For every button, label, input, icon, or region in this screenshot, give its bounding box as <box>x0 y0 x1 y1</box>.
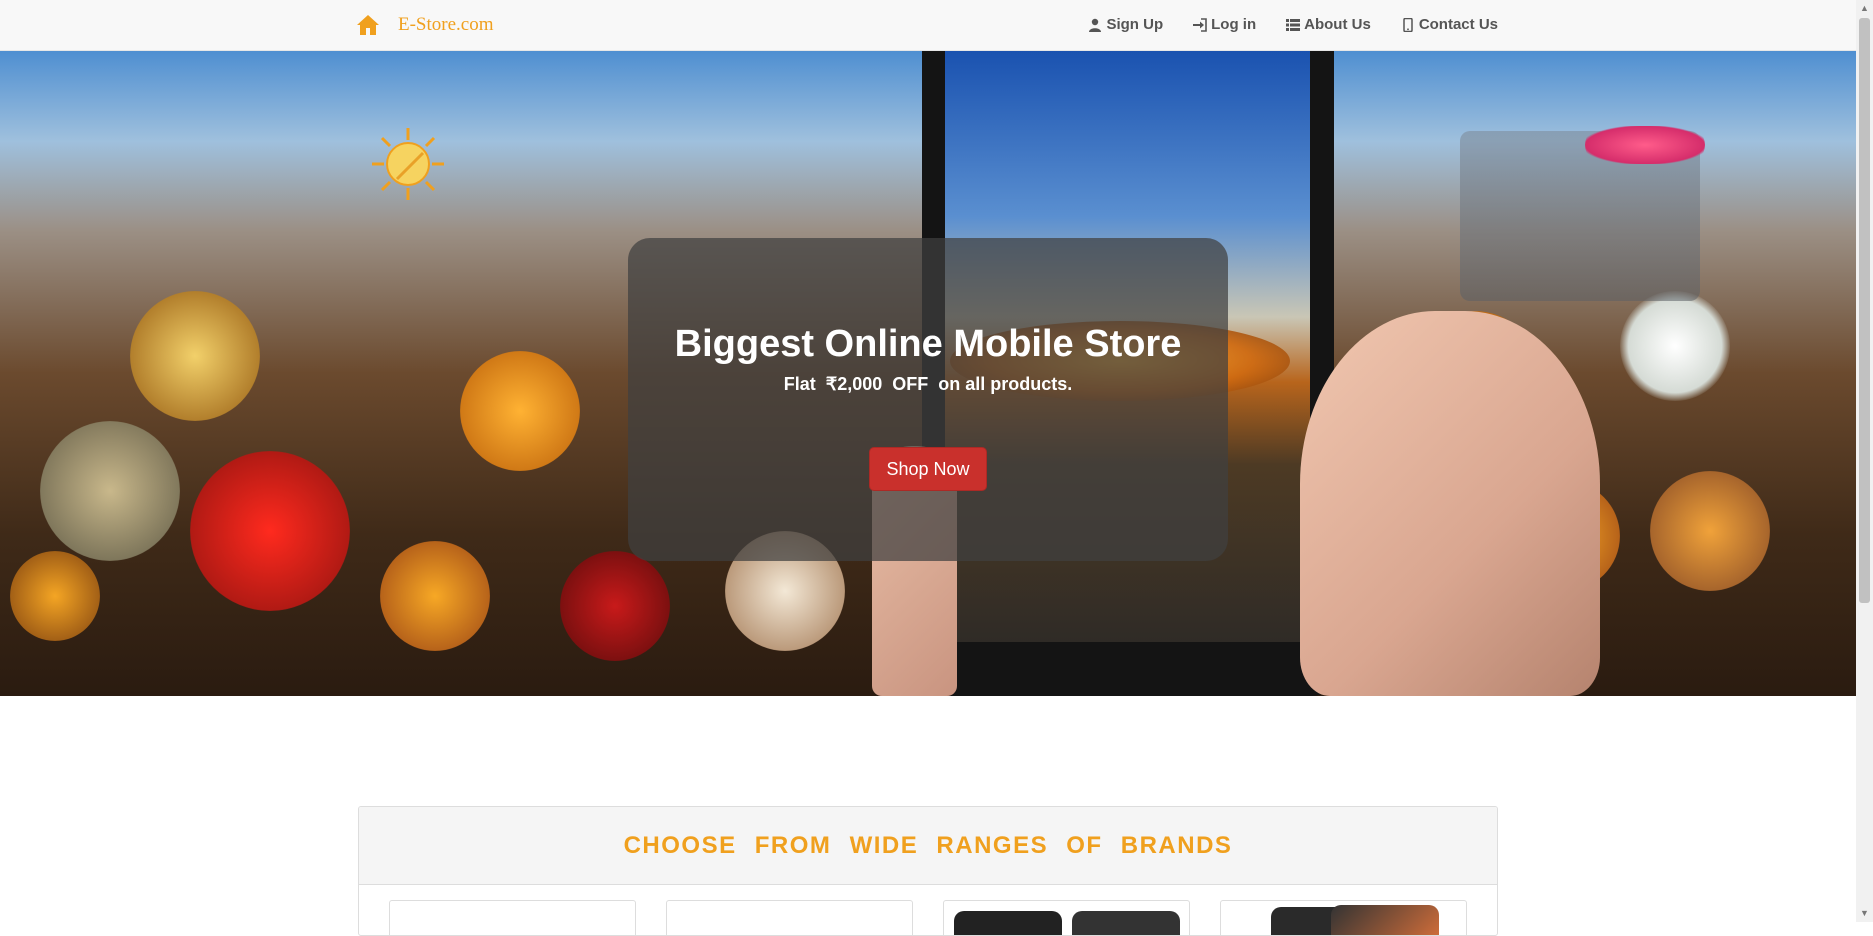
list-icon <box>1286 18 1301 31</box>
vertical-scrollbar[interactable]: ▲ ▼ <box>1856 0 1873 922</box>
hand-image <box>1300 311 1600 696</box>
brands-title: CHOOSE FROM WIDE RANGES OF BRANDS <box>623 831 1233 859</box>
product-image <box>954 911 1062 935</box>
brand-card[interactable] <box>389 900 636 935</box>
brand-name[interactable]: E-Store.com <box>398 14 494 36</box>
nav-sign-up-label: Sign Up <box>1106 16 1164 33</box>
brand-card[interactable] <box>943 900 1190 935</box>
bokeh-light <box>1585 126 1705 164</box>
navbar: E-Store.com Sign Up Log in About Us Cont… <box>0 0 1856 51</box>
hero-title: Biggest Online Mobile Store <box>674 323 1182 365</box>
brands-panel: CHOOSE FROM WIDE RANGES OF BRANDS <box>358 806 1498 936</box>
phone-icon <box>1403 17 1413 32</box>
bokeh-light <box>10 551 100 641</box>
brand[interactable]: E-Store.com <box>356 12 494 38</box>
nav-links: Sign Up Log in About Us Contact Us <box>1088 16 1498 33</box>
home-icon <box>357 15 379 35</box>
nav-about-us-label: About Us <box>1304 16 1371 33</box>
brand-card[interactable] <box>1220 900 1467 935</box>
log-in-icon <box>1193 17 1207 32</box>
brands-heading: CHOOSE FROM WIDE RANGES OF BRANDS <box>359 807 1497 885</box>
brand-card[interactable] <box>666 900 913 935</box>
nav-log-in-label: Log in <box>1211 16 1257 33</box>
bokeh-light <box>190 451 350 611</box>
bokeh-light <box>560 551 670 661</box>
bokeh-light <box>40 421 180 561</box>
bokeh-light <box>1650 471 1770 591</box>
nav-sign-up[interactable]: Sign Up <box>1088 16 1163 33</box>
hero-subtitle: Flat ₹2,000 OFF on all products. <box>783 374 1073 394</box>
bokeh-light <box>1620 291 1730 401</box>
sun-icon <box>372 128 444 200</box>
bokeh-light <box>460 351 580 471</box>
product-image <box>1072 911 1180 935</box>
nav-log-in[interactable]: Log in <box>1193 16 1256 33</box>
bokeh-light <box>380 541 490 651</box>
hero-banner: Biggest Online Mobile Store Flat ₹2,000 … <box>0 51 1856 696</box>
scroll-up-arrow-icon[interactable]: ▲ <box>1856 0 1873 17</box>
scroll-thumb[interactable] <box>1859 18 1870 603</box>
hero-panel: Biggest Online Mobile Store Flat ₹2,000 … <box>628 238 1228 561</box>
user-icon <box>1089 18 1102 32</box>
product-image <box>1331 905 1439 935</box>
brand-cards <box>389 900 1467 935</box>
scroll-down-arrow-icon[interactable]: ▼ <box>1856 905 1873 922</box>
shop-now-button[interactable]: Shop Now <box>869 447 987 491</box>
nav-contact-us[interactable]: Contact Us <box>1401 16 1498 33</box>
nav-contact-us-label: Contact Us <box>1418 16 1498 33</box>
nav-about-us[interactable]: About Us <box>1286 16 1371 33</box>
bokeh-light <box>130 291 260 421</box>
